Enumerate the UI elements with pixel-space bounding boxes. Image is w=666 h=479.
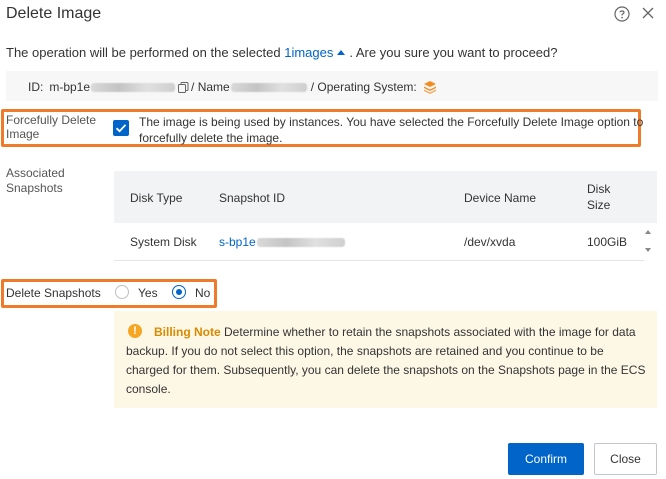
intro-text: The operation will be performed on the s… (6, 45, 558, 60)
scroll-up-arrow[interactable] (645, 230, 651, 234)
snapshots-table: Disk Type Snapshot ID Device Name Disk S… (114, 171, 657, 261)
cell-device-name: /dev/xvda (464, 235, 516, 249)
associated-snapshots-label: Associated Snapshots (6, 166, 65, 195)
radio-no[interactable] (172, 285, 186, 299)
redacted-name (230, 82, 307, 92)
delete-snapshots-label: Delete Snapshots (6, 286, 101, 300)
billing-note-title: Billing Note (154, 325, 221, 339)
cell-snapshot-id[interactable]: s-bp1e (219, 235, 346, 249)
column-snapshot-id: Snapshot ID (219, 191, 286, 205)
intro-suffix: . Are you sure you want to proceed? (349, 45, 558, 60)
billing-note: ! Billing Note Determine whether to reta… (114, 311, 657, 408)
redacted-image-id (91, 82, 176, 92)
images-link[interactable]: 1images (284, 45, 333, 60)
close-button[interactable]: Close (594, 443, 657, 475)
image-info-row: ID: m-bp1e / Name / Operating System: (28, 80, 437, 94)
billing-note-text: Billing Note Determine whether to retain… (126, 323, 650, 399)
intro-prefix: The operation will be performed on the s… (6, 45, 285, 60)
image-id: m-bp1e (49, 80, 91, 94)
force-delete-checkbox[interactable] (113, 120, 129, 136)
dialog-header: Delete Image (0, 0, 666, 32)
force-delete-text: The image is being used by instances. Yo… (139, 115, 644, 145)
cell-disk-size: 100GiB (587, 235, 628, 249)
radio-yes-label[interactable]: Yes (138, 286, 158, 300)
redacted-snapshot-id (256, 237, 345, 247)
force-delete-label: Forcefully Delete Image (6, 113, 97, 141)
snapshot-id-text[interactable]: s-bp1e (219, 235, 256, 249)
close-icon[interactable] (641, 6, 655, 20)
radio-yes[interactable] (115, 285, 129, 299)
column-disk-type: Disk Type (130, 191, 183, 205)
image-info-box: ID: m-bp1e / Name / Operating System: (6, 71, 658, 101)
scroll-down-arrow[interactable] (645, 248, 651, 252)
name-label: / Name (191, 80, 230, 94)
os-stack-icon (423, 81, 436, 94)
os-label: / Operating System: (310, 80, 417, 94)
check-icon (115, 124, 127, 133)
dialog-title: Delete Image (6, 5, 102, 22)
confirm-button[interactable]: Confirm (508, 443, 584, 475)
id-label: ID: (28, 80, 44, 94)
copy-icon[interactable] (178, 81, 189, 93)
delete-image-dialog: Delete Image The operation will be perfo… (0, 0, 666, 479)
column-disk-size: Disk Size (587, 182, 611, 212)
help-icon[interactable] (614, 6, 630, 22)
cell-disk-type: System Disk (130, 235, 197, 249)
caret-up-icon[interactable] (337, 50, 346, 56)
column-device-name: Device Name (464, 191, 537, 205)
radio-no-label[interactable]: No (195, 286, 210, 300)
table-header: Disk Type Snapshot ID Device Name Disk S… (114, 171, 657, 223)
